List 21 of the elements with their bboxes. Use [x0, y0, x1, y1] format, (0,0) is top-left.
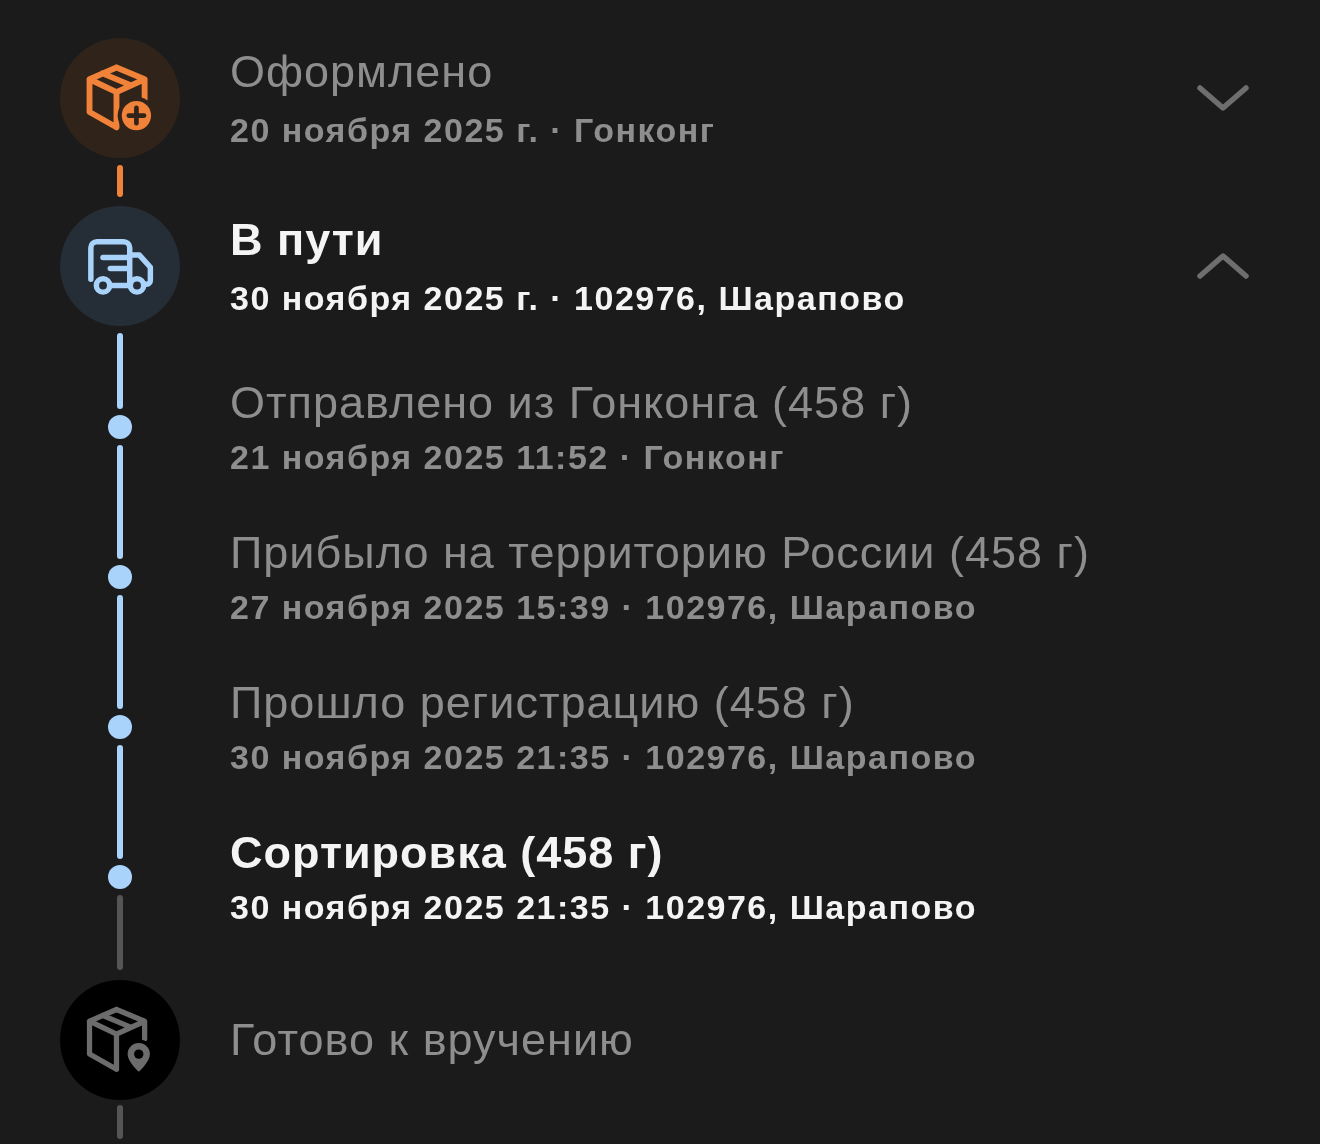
- chevron-up-icon[interactable]: [1196, 252, 1250, 280]
- stage-title: Оформлено: [230, 46, 494, 98]
- event-details: 30 ноября 2025 21:35 · 102976, Шарапово: [230, 887, 977, 927]
- timeline-dot-icon: [108, 565, 132, 589]
- timeline-line: [117, 1105, 123, 1139]
- event-details: 30 ноября 2025 21:35 · 102976, Шарапово: [230, 737, 977, 777]
- event-details: 21 ноября 2025 11:52 · Гонконг: [230, 437, 785, 477]
- event-title: Сортировка (458 г): [230, 827, 664, 879]
- event-title: Отправлено из Гонконга (458 г): [230, 377, 914, 429]
- event-details: 27 ноября 2025 15:39 · 102976, Шарапово: [230, 587, 977, 627]
- timeline-dot-icon: [108, 415, 132, 439]
- event-title: Прошло регистрацию (458 г): [230, 677, 855, 729]
- timeline-dot-icon: [108, 865, 132, 889]
- stage-details: 20 ноября 2025 г. · Гонконг: [230, 110, 716, 150]
- event-title: Прибыло на территорию России (458 г): [230, 527, 1090, 579]
- stage-title: В пути: [230, 214, 384, 266]
- stage-title: Готово к вручению: [230, 1014, 634, 1066]
- stage-details: 30 ноября 2025 г. · 102976, Шарапово: [230, 278, 906, 318]
- chevron-down-icon[interactable]: [1196, 84, 1250, 112]
- timeline-dot-icon: [108, 715, 132, 739]
- timeline-line: [117, 165, 123, 197]
